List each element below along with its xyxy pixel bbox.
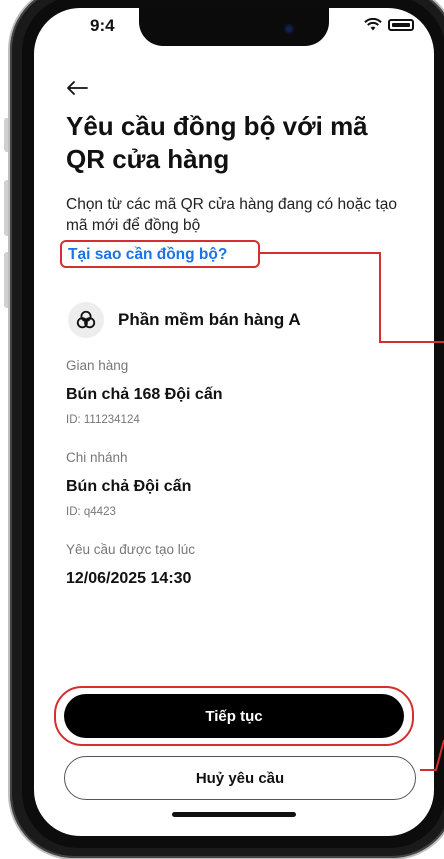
cancel-request-button[interactable]: Huỷ yêu cầu xyxy=(64,756,416,800)
pos-software-row: Phần mềm bán hàng A xyxy=(68,302,301,338)
link-icon xyxy=(68,302,104,338)
store-id: ID: 111234124 xyxy=(66,414,140,426)
status-icons xyxy=(364,18,414,31)
why-sync-link[interactable]: Tại sao cần đồng bộ? xyxy=(68,246,227,264)
pos-software-name: Phần mềm bán hàng A xyxy=(118,310,301,329)
continue-button[interactable]: Tiếp tục xyxy=(64,694,404,738)
store-label: Gian hàng xyxy=(66,358,129,373)
back-arrow-icon[interactable] xyxy=(62,76,92,100)
camera-icon xyxy=(284,24,294,34)
wifi-icon xyxy=(364,18,382,31)
home-indicator xyxy=(172,812,296,817)
created-at-value: 12/06/2025 14:30 xyxy=(66,570,192,587)
branch-id: ID: q4423 xyxy=(66,506,116,518)
notch xyxy=(139,8,329,46)
branch-label: Chi nhánh xyxy=(66,450,128,465)
page-title: Yêu cầu đồng bộ với mã QR cửa hàng xyxy=(66,111,368,174)
page-description: Chọn từ các mã QR cửa hàng đang có hoặc … xyxy=(66,196,397,234)
status-time: 9:4 xyxy=(90,16,115,35)
created-at-label: Yêu cầu được tạo lúc xyxy=(66,542,195,557)
store-name: Bún chả 168 Đội cấn xyxy=(66,386,223,403)
branch-name: Bún chả Đội cấn xyxy=(66,478,192,495)
battery-icon xyxy=(388,18,414,31)
phone-screen: 9:4 Yêu cầu đồng bộ với mã QR cửa hàng C… xyxy=(34,8,434,836)
